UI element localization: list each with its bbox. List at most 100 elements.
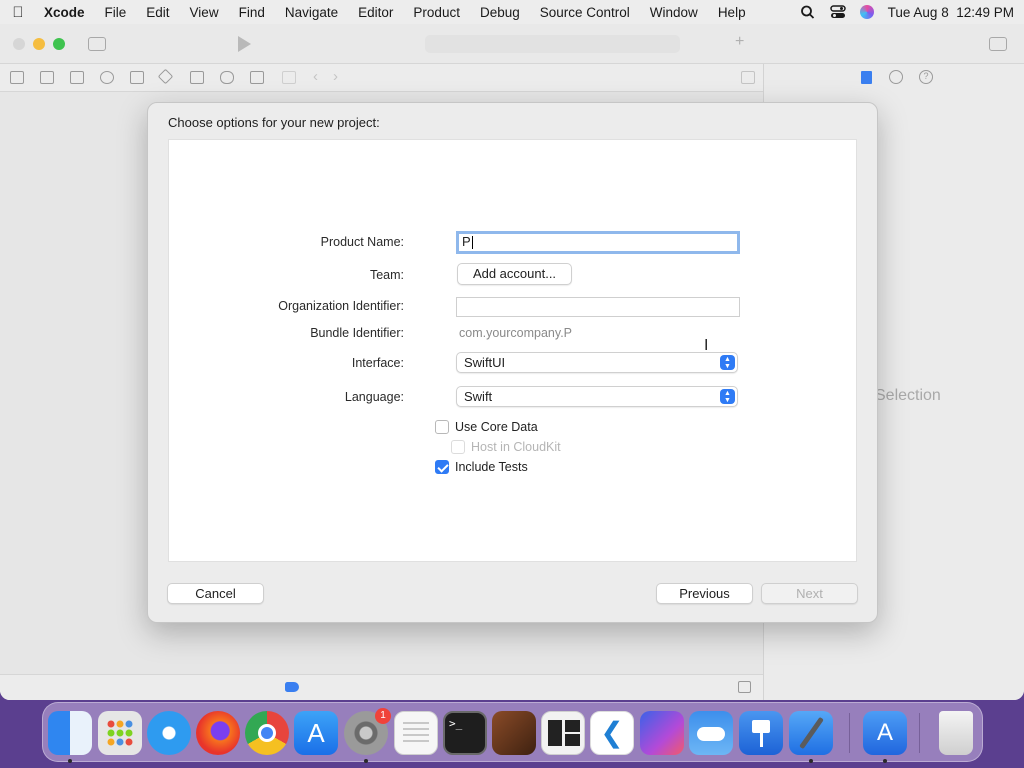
interface-label: Interface: xyxy=(351,356,404,370)
back-chevron-icon[interactable]: ‹ xyxy=(313,68,318,85)
find-navigator-icon[interactable] xyxy=(100,71,114,84)
org-identifier-label: Organization Identifier: xyxy=(278,299,404,313)
history-inspector-icon[interactable] xyxy=(889,70,903,84)
menu-debug[interactable]: Debug xyxy=(470,5,530,20)
toggle-navigator-icon[interactable] xyxy=(88,37,106,51)
hammer-handle xyxy=(799,716,824,750)
toggle-inspector-icon[interactable] xyxy=(989,37,1007,51)
cloud-shape xyxy=(697,727,725,741)
dock: A 1 >_ ❮ A xyxy=(42,702,983,763)
launchpad-icon[interactable] xyxy=(98,711,142,755)
running-indicator xyxy=(883,759,887,763)
issue-navigator-icon[interactable] xyxy=(130,71,144,84)
use-core-data-checkbox[interactable]: Use Core Data xyxy=(435,420,538,434)
firefox-icon[interactable] xyxy=(196,711,240,755)
next-button[interactable]: Next xyxy=(761,583,858,604)
symbol-navigator-icon[interactable] xyxy=(70,71,84,84)
help-inspector-icon[interactable]: ? xyxy=(919,70,933,84)
add-account-button[interactable]: Add account... xyxy=(457,263,572,285)
breakpoint-navigator-icon[interactable] xyxy=(220,71,234,84)
language-popup[interactable]: Swift ▲ ▼ xyxy=(456,386,738,407)
safari-icon[interactable] xyxy=(147,711,191,755)
menu-find[interactable]: Find xyxy=(229,5,275,20)
file-inspector-icon[interactable] xyxy=(861,71,872,84)
forward-chevron-icon[interactable]: › xyxy=(333,68,338,85)
vscode-icon[interactable]: ❮ xyxy=(590,711,634,755)
product-name-field[interactable]: P xyxy=(456,231,740,254)
siri-icon[interactable] xyxy=(859,5,874,19)
terminal-icon[interactable]: >_ xyxy=(443,711,487,755)
app-store-icon[interactable]: A xyxy=(294,711,338,755)
apple-menu-icon[interactable]:  xyxy=(0,4,36,21)
textedit-icon[interactable] xyxy=(394,711,438,755)
trash-icon[interactable] xyxy=(939,711,973,755)
window-tile xyxy=(548,720,562,746)
menu-clock[interactable]: Tue Aug 8 12:49 PM xyxy=(888,5,1014,20)
menu-bar:  Xcode File Edit View Find Navigate Edi… xyxy=(0,0,1024,24)
debug-navigator-icon[interactable] xyxy=(190,71,204,84)
menu-source-control[interactable]: Source Control xyxy=(530,5,640,20)
zoom-window-icon[interactable] xyxy=(53,38,65,50)
activity-view xyxy=(425,35,680,53)
notification-badge: 1 xyxy=(375,708,391,724)
running-indicator xyxy=(809,759,813,763)
simulator-app-icon[interactable]: A xyxy=(863,711,907,755)
menu-view[interactable]: View xyxy=(180,5,229,20)
podium-screen xyxy=(752,720,770,733)
dock-divider xyxy=(919,713,920,753)
bundle-identifier-label: Bundle Identifier: xyxy=(310,326,404,340)
toggle-debug-area-icon[interactable] xyxy=(738,681,751,693)
minimize-window-icon[interactable] xyxy=(33,38,45,50)
finder-icon[interactable] xyxy=(48,711,92,755)
editor-options-icon[interactable] xyxy=(741,71,755,84)
new-project-options-sheet: Choose options for your new project: Pro… xyxy=(147,102,878,623)
filter-tag-icon[interactable] xyxy=(285,682,299,692)
running-indicator xyxy=(364,759,368,763)
cancel-button[interactable]: Cancel xyxy=(167,583,264,604)
control-center-icon[interactable] xyxy=(829,5,846,19)
menu-editor[interactable]: Editor xyxy=(348,5,403,20)
navigator-bar: ‹ › xyxy=(0,64,763,92)
shortcuts-icon[interactable] xyxy=(640,711,684,755)
spotlight-search-icon[interactable] xyxy=(800,5,816,19)
menu-file[interactable]: File xyxy=(95,5,137,20)
system-settings-icon[interactable]: 1 xyxy=(344,708,391,755)
source-control-navigator-icon[interactable] xyxy=(40,71,54,84)
no-selection-label: Selection xyxy=(875,387,941,404)
report-navigator-icon[interactable] xyxy=(250,71,264,84)
window-toolbar: + xyxy=(0,24,1024,64)
menu-edit[interactable]: Edit xyxy=(136,5,179,20)
bundle-identifier-value: com.yourcompany.P xyxy=(459,326,573,340)
menu-product[interactable]: Product xyxy=(403,5,470,20)
instruments-icon[interactable] xyxy=(492,711,536,755)
run-icon[interactable] xyxy=(238,36,251,52)
project-navigator-icon[interactable] xyxy=(10,71,24,84)
menu-window[interactable]: Window xyxy=(640,5,708,20)
chrome-icon[interactable] xyxy=(245,711,289,755)
popup-stepper-icon: ▲ ▼ xyxy=(720,389,735,404)
xcode-icon[interactable] xyxy=(789,711,833,755)
host-in-cloudkit-checkbox: Host in CloudKit xyxy=(451,440,561,454)
add-library-icon[interactable]: + xyxy=(735,33,744,51)
window-tile xyxy=(565,720,580,732)
menu-help[interactable]: Help xyxy=(708,5,756,20)
sheet-title: Choose options for your new project: xyxy=(168,115,380,130)
menu-navigate[interactable]: Navigate xyxy=(275,5,348,20)
previous-button[interactable]: Previous xyxy=(656,583,753,604)
team-label: Team: xyxy=(369,268,404,282)
window-tile xyxy=(565,734,580,746)
include-tests-checkbox[interactable]: Include Tests xyxy=(435,460,528,474)
text-lines xyxy=(403,722,429,724)
weather-icon[interactable] xyxy=(689,711,733,755)
include-tests-check-box[interactable] xyxy=(435,460,449,474)
org-identifier-field[interactable] xyxy=(456,297,740,317)
window-manager-icon[interactable] xyxy=(541,711,585,755)
interface-popup[interactable]: SwiftUI ▲ ▼ xyxy=(456,352,738,373)
keynote-icon[interactable] xyxy=(739,711,783,755)
related-items-icon[interactable] xyxy=(282,71,296,84)
test-navigator-icon[interactable] xyxy=(157,68,174,85)
use-core-data-check-box[interactable] xyxy=(435,420,449,434)
close-window-icon[interactable] xyxy=(13,38,25,50)
dock-divider xyxy=(849,713,850,753)
menu-app-name[interactable]: Xcode xyxy=(36,5,95,20)
